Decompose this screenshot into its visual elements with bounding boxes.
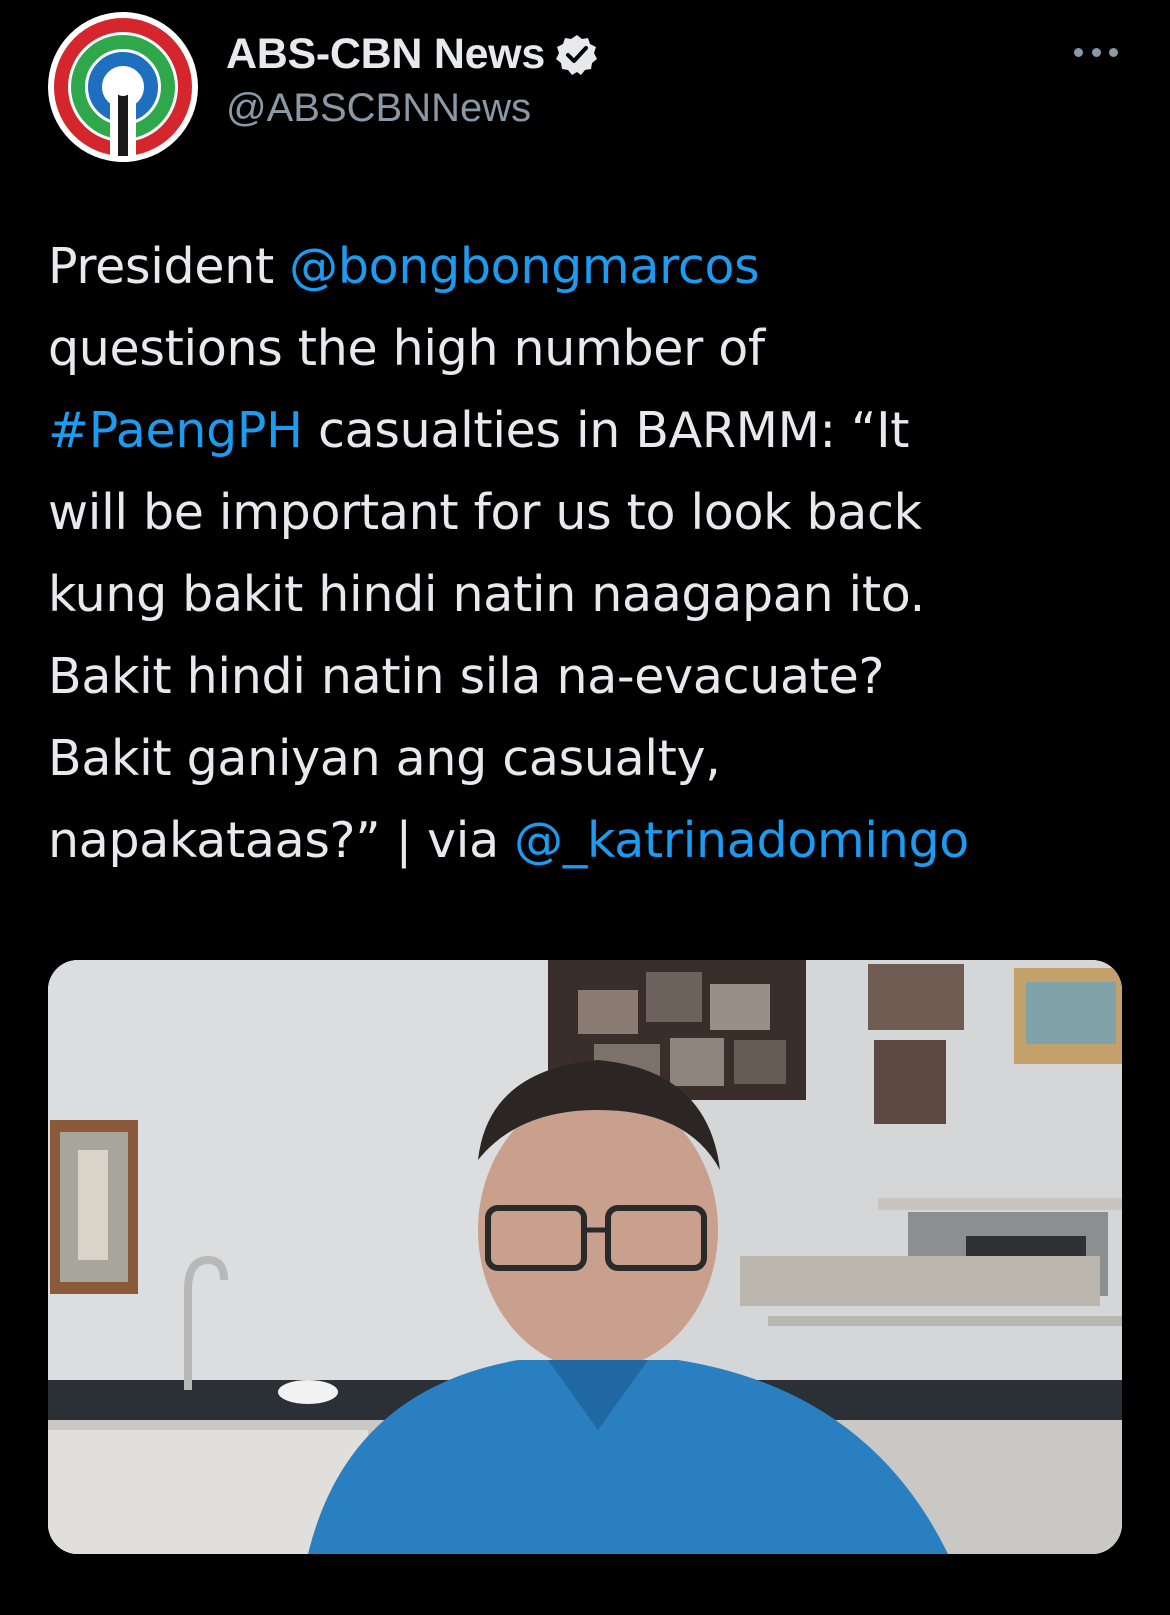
tweet-text-segment: will be important for us to look back [48, 484, 922, 541]
tweet-text-segment: kung bakit hindi natin naagapan ito. [48, 566, 925, 623]
hashtag-link[interactable]: #PaengPH [48, 402, 303, 459]
tweet-text-line: questions the high number of [48, 308, 1128, 390]
tweet-text-line: kung bakit hindi natin naagapan ito. [48, 554, 1128, 636]
tweet-text-segment: Bakit ganiyan ang casualty, [48, 730, 721, 787]
tweet-text-segment: questions the high number of [48, 320, 765, 377]
mention-link[interactable]: @bongbongmarcos [289, 238, 760, 295]
tweet-text: President @bongbongmarcos questions the h… [48, 226, 1128, 882]
tweet-text-line: napakataas?” | via @_katrinadomingo [48, 800, 1128, 882]
mention-link[interactable]: @_katrinadomingo [514, 812, 969, 869]
avatar[interactable] [48, 12, 198, 162]
tweet-text-segment: President [48, 238, 290, 295]
account-name-row[interactable]: ABS-CBN News [226, 30, 599, 79]
tweet-text-line: Bakit ganiyan ang casualty, [48, 718, 1128, 800]
verified-badge-icon [555, 34, 597, 75]
more-dot-icon [1109, 47, 1118, 57]
abs-cbn-logo-icon [50, 14, 196, 162]
tweet-media-video[interactable] [48, 960, 1122, 1554]
more-dot-icon [1091, 47, 1101, 57]
tweet-text-line: will be important for us to look back [48, 472, 1128, 554]
more-dot-icon [1074, 47, 1083, 57]
display-name[interactable]: ABS-CBN News [226, 30, 545, 79]
tweet-card: ABS-CBN News @ABSCBNNews President @bong… [0, 0, 1170, 1615]
tweet-text-line: Bakit hindi natin sila na-evacuate? [48, 636, 1128, 718]
tweet-text-line: President @bongbongmarcos [48, 226, 1128, 308]
tweet-text-line: #PaengPH casualties in BARMM: “It [48, 390, 1128, 472]
more-options-button[interactable] [1074, 38, 1118, 66]
account-handle[interactable]: @ABSCBNNews [226, 86, 531, 131]
tweet-text-segment: napakataas?” | via [48, 812, 515, 869]
tweet-text-segment: Bakit hindi natin sila na-evacuate? [48, 648, 885, 705]
tweet-text-segment: casualties in BARMM: “It [302, 402, 910, 459]
video-frame-image [48, 960, 1122, 1554]
